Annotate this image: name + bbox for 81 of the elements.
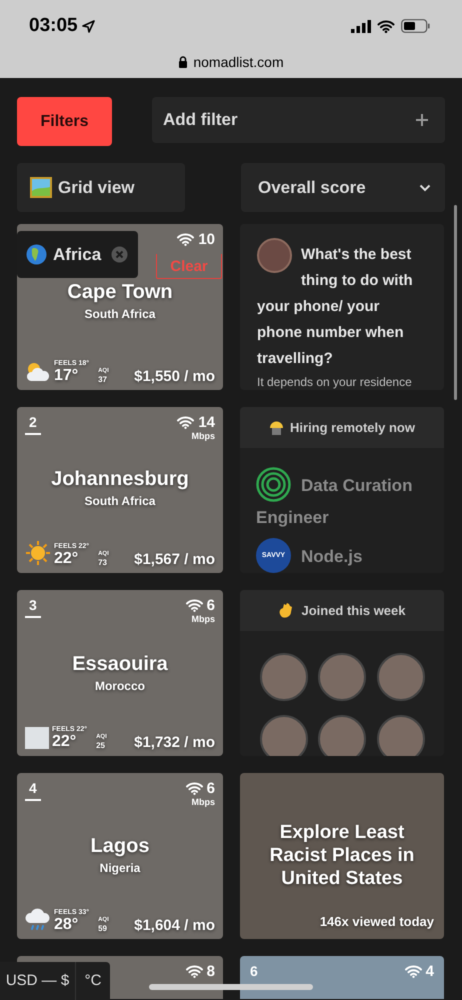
signal-icon [351,20,371,33]
filters-button[interactable]: Filters [17,97,112,146]
plus-icon [415,113,429,127]
member-avatar[interactable] [376,653,425,701]
member-avatar[interactable] [376,715,425,756]
aqi-value: 37 [98,376,108,384]
rain-cloud-icon [25,908,51,932]
rank-number: 2 [29,415,37,429]
internet-speed: 4 [426,964,434,979]
question-card[interactable]: What's the best thing to do with your phone/ your phone number when travelling? It depends on your residence [240,224,444,390]
country-name: South Africa [84,306,156,323]
internet-speed: 14 [198,415,215,430]
view-count: 146x viewed today [320,912,434,931]
monthly-cost: $1,732 / mo [134,735,215,750]
city-name: Lagos [90,834,150,859]
sun-icon [25,540,51,566]
rank-number: 3 [29,598,37,612]
globe-icon [26,244,47,265]
country-name: South Africa [84,493,156,510]
rank-number: 4 [29,781,37,795]
temperature: 22° [54,551,80,567]
internet-speed: 10 [198,232,215,247]
speed-unit: Mbps [192,432,215,441]
wifi-icon [377,20,395,33]
wifi-icon [186,782,203,795]
wifi-icon [177,233,194,246]
member-avatar[interactable] [260,653,308,701]
city-name: Johannesburg [51,467,189,492]
close-icon [111,246,128,263]
location-arrow-icon [82,20,95,33]
monthly-cost: $1,550 / mo [134,369,215,384]
temperature-unit-button[interactable]: °C [76,962,110,1000]
wifi-icon [177,416,194,429]
job-listing[interactable]: Data Curation Engineer [256,470,428,534]
wifi-icon [186,599,203,612]
answer-excerpt: It depends on your residence [257,374,413,391]
monthly-cost: $1,604 / mo [134,918,215,933]
picture-icon [30,177,52,198]
chevron-down-icon [419,184,431,192]
member-avatar[interactable] [318,715,366,756]
temperature: 28° [54,917,80,933]
user-avatar [257,238,292,273]
country-name: Morocco [94,678,145,694]
rings-logo-icon [256,467,291,502]
filter-label: Africa [53,244,102,266]
url-text[interactable]: nomadlist.com [193,52,284,72]
question-title[interactable]: What's the best thing to do with your phone/ your phone number when travelling? [257,242,427,372]
promo-title: Explore Least Racist Places in United States [268,821,416,890]
aqi-value: 73 [98,559,108,567]
temperature: 22° [52,734,78,750]
internet-speed: 8 [206,964,215,979]
lock-icon [178,56,188,68]
aqi-value: 59 [98,925,108,933]
member-avatar[interactable] [260,715,308,756]
grid-view-button[interactable]: Grid view [17,163,185,212]
city-name: Cape Town [67,280,173,305]
currency-button[interactable]: USD — $ [0,962,76,1000]
aqi-value: 25 [96,742,106,750]
cloud-sun-icon [25,361,51,383]
sort-dropdown[interactable]: Overall score [241,163,445,212]
card-title: Joined this week [301,602,406,620]
promo-photo-card[interactable]: Explore Least Racist Places in United States 146x viewed today [240,773,444,939]
image-placeholder [25,727,49,749]
clock-time: 03:05 [29,14,78,38]
worker-helmet-icon [269,420,284,436]
speed-unit: Mbps [192,798,215,807]
internet-speed: 6 [206,781,215,796]
internet-speed: 6 [206,598,215,613]
wifi-icon [404,965,422,978]
add-filter-button[interactable]: Add filter [152,97,445,143]
battery-icon [401,19,430,34]
rank-number: 6 [250,964,258,978]
monthly-cost: $1,567 / mo [134,552,215,567]
city-name: Essaouira [72,652,168,676]
filter-chip[interactable]: Africa [17,231,138,278]
country-name: Nigeria [100,860,140,877]
wifi-icon [186,965,203,978]
card-title: Hiring remotely now [290,418,415,437]
speed-unit: Mbps [192,615,215,624]
member-avatar[interactable] [318,653,366,701]
temperature: 17° [54,368,80,384]
